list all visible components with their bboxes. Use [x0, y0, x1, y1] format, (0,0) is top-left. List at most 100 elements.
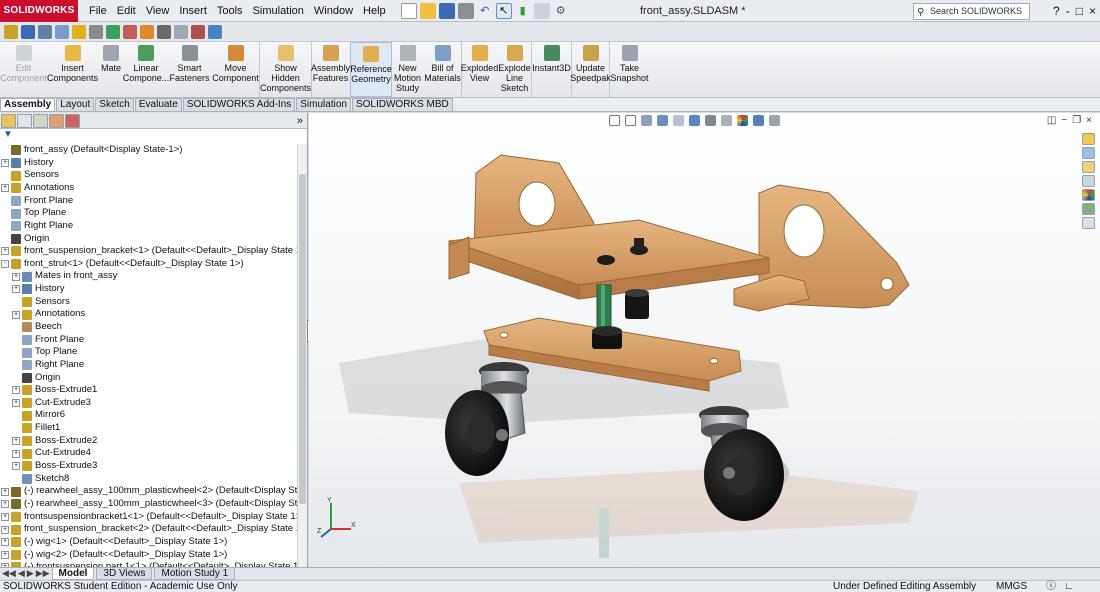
tab-motion-study[interactable]: Motion Study 1	[154, 567, 236, 580]
tab-evaluate[interactable]: Evaluate	[134, 98, 182, 111]
tree-node[interactable]: + History	[0, 157, 297, 170]
insert-components-button[interactable]: Insert Components	[47, 42, 98, 97]
tree-node[interactable]: Top Plane	[0, 207, 297, 220]
menu-help[interactable]: Help	[358, 0, 391, 22]
display-style-icon[interactable]	[157, 24, 171, 39]
tab-addins[interactable]: SOLIDWORKS Add-Ins	[182, 98, 296, 111]
expand-toggle-icon[interactable]: +	[12, 437, 20, 446]
tree-node[interactable]: Right Plane	[0, 359, 297, 372]
tree-node[interactable]: + Boss-Extrude2	[0, 435, 297, 448]
status-info-icon[interactable]: ⓘ	[1046, 581, 1056, 592]
tree-scrollbar[interactable]	[297, 144, 307, 567]
tree-node[interactable]: + Annotations	[0, 182, 297, 195]
tree-node[interactable]: Fillet1	[0, 422, 297, 435]
assembly-features-button[interactable]: Assembly Features	[311, 42, 350, 97]
sketch-tool-icon[interactable]	[4, 24, 18, 39]
tab-mbd[interactable]: SOLIDWORKS MBD	[351, 98, 453, 111]
save-icon[interactable]	[438, 2, 455, 19]
menu-file[interactable]: File	[84, 0, 112, 22]
expand-toggle-icon[interactable]: +	[12, 449, 20, 458]
tab-model[interactable]: Model	[51, 567, 95, 580]
tree-node[interactable]: Sketch8	[0, 473, 297, 486]
expand-toggle-icon[interactable]: +	[1, 550, 9, 559]
configuration-tab-icon[interactable]	[33, 113, 48, 128]
expand-toggle-icon[interactable]: +	[12, 272, 20, 281]
smart-fasteners-button[interactable]: Smart Fasteners	[168, 42, 212, 97]
scrollbar-thumb[interactable]	[299, 174, 306, 504]
maximize-button[interactable]: □	[1076, 0, 1083, 22]
expand-toggle-icon[interactable]: +	[12, 310, 20, 319]
tree-node[interactable]: Mirror6	[0, 409, 297, 422]
edit-appearance-icon[interactable]	[191, 24, 205, 39]
expand-toggle-icon[interactable]: +	[1, 500, 9, 509]
linear-pattern-button[interactable]: Linear Compone...	[123, 42, 169, 97]
close-button[interactable]: ×	[1089, 0, 1096, 22]
status-resize-grip-icon[interactable]: ∟	[1064, 581, 1074, 592]
tree-node[interactable]: Front Plane	[0, 334, 297, 347]
open-folder-icon[interactable]	[419, 2, 436, 19]
filter-icon[interactable]: ▼	[0, 129, 307, 142]
tree-node[interactable]: Sensors	[0, 169, 297, 182]
expand-toggle-icon[interactable]: +	[12, 399, 20, 408]
expand-toggle-icon[interactable]: +	[12, 386, 20, 395]
tab-sketch[interactable]: Sketch	[95, 98, 134, 111]
line-tool-icon[interactable]	[38, 24, 52, 39]
menu-view[interactable]: View	[141, 0, 175, 22]
tree-node[interactable]: + front_suspension_bracket<1> (Default<<D…	[0, 245, 297, 258]
menu-window[interactable]: Window	[309, 0, 358, 22]
circle-tool-icon[interactable]	[55, 24, 69, 39]
feature-tree-tab-icon[interactable]	[1, 113, 16, 128]
expand-toggle-icon[interactable]: +	[1, 487, 9, 496]
tab-3d-views[interactable]: 3D Views	[96, 567, 153, 580]
hide-show-icon[interactable]	[174, 24, 188, 39]
tree-node[interactable]: + History	[0, 283, 297, 296]
menu-simulation[interactable]: Simulation	[248, 0, 309, 22]
tree-node[interactable]: + front_suspension_bracket<2> (Default<<D…	[0, 523, 297, 536]
tab-layout[interactable]: Layout	[56, 98, 95, 111]
tab-scroll-prev-icon[interactable]: ◀	[18, 568, 25, 579]
explode-line-sketch-button[interactable]: Explode Line Sketch	[498, 42, 532, 97]
tree-node[interactable]: + Mates in front_assy	[0, 270, 297, 283]
tree-node[interactable]: front_assy (Default<Display State-1>)	[0, 144, 297, 157]
tree-node[interactable]: Top Plane	[0, 346, 297, 359]
menu-edit[interactable]: Edit	[112, 0, 141, 22]
print-icon[interactable]	[457, 2, 474, 19]
tree-node[interactable]: Origin	[0, 232, 297, 245]
update-speedpak-button[interactable]: Update Speedpak	[570, 42, 611, 97]
expand-toggle-icon[interactable]: +	[1, 247, 9, 256]
appearance-icon[interactable]	[140, 24, 154, 39]
tree-node[interactable]: + (-) wig<1> (Default<<Default>_Display S…	[0, 536, 297, 549]
collapse-toggle-icon[interactable]: -	[1, 260, 9, 269]
edit-component-button[interactable]: Edit Component	[0, 42, 48, 97]
show-hidden-components-button[interactable]: Show Hidden Components	[260, 42, 312, 97]
minimize-button[interactable]: -	[1066, 0, 1070, 22]
take-snapshot-button[interactable]: Take Snapshot	[610, 42, 650, 97]
undo-icon[interactable]: ↶	[477, 3, 493, 19]
file-properties-icon[interactable]	[533, 2, 550, 19]
options-gear-icon[interactable]: ⚙	[553, 3, 569, 19]
dimxpert-tab-icon[interactable]	[49, 113, 64, 128]
tree-node[interactable]: + Boss-Extrude3	[0, 460, 297, 473]
tab-scroll-next-icon[interactable]: ▶	[27, 568, 34, 579]
tree-node[interactable]: + (-) wig<2> (Default<<Default>_Display S…	[0, 549, 297, 562]
smart-dimension-icon[interactable]	[21, 24, 35, 39]
tree-node[interactable]: Origin	[0, 372, 297, 385]
tree-node[interactable]: + Boss-Extrude1	[0, 384, 297, 397]
tree-node[interactable]: Front Plane	[0, 195, 297, 208]
select-pointer-icon[interactable]: ↖	[495, 2, 512, 19]
menu-insert[interactable]: Insert	[174, 0, 212, 22]
expand-toggle-icon[interactable]: +	[12, 285, 20, 294]
tab-simulation[interactable]: Simulation	[296, 98, 351, 111]
tree-node[interactable]: + Annotations	[0, 308, 297, 321]
bill-of-materials-button[interactable]: Bill of Materials	[424, 42, 462, 97]
property-manager-tab-icon[interactable]	[17, 113, 32, 128]
rebuild-icon[interactable]: ▮	[515, 3, 531, 19]
tab-scroll-last-icon[interactable]: ▶▶	[36, 568, 50, 579]
expand-toggle-icon[interactable]: +	[1, 525, 9, 534]
tab-assembly[interactable]: Assembly	[0, 98, 56, 111]
tree-node[interactable]: + (-) rearwheel_assy_100mm_plasticwheel<3…	[0, 498, 297, 511]
display-manager-tab-icon[interactable]	[65, 113, 80, 128]
help-search-input[interactable]: ⚲ Search SOLIDWORKS Help	[913, 3, 1030, 31]
assembly-model-view[interactable]	[309, 113, 1100, 567]
move-component-button[interactable]: Move Component	[212, 42, 260, 97]
